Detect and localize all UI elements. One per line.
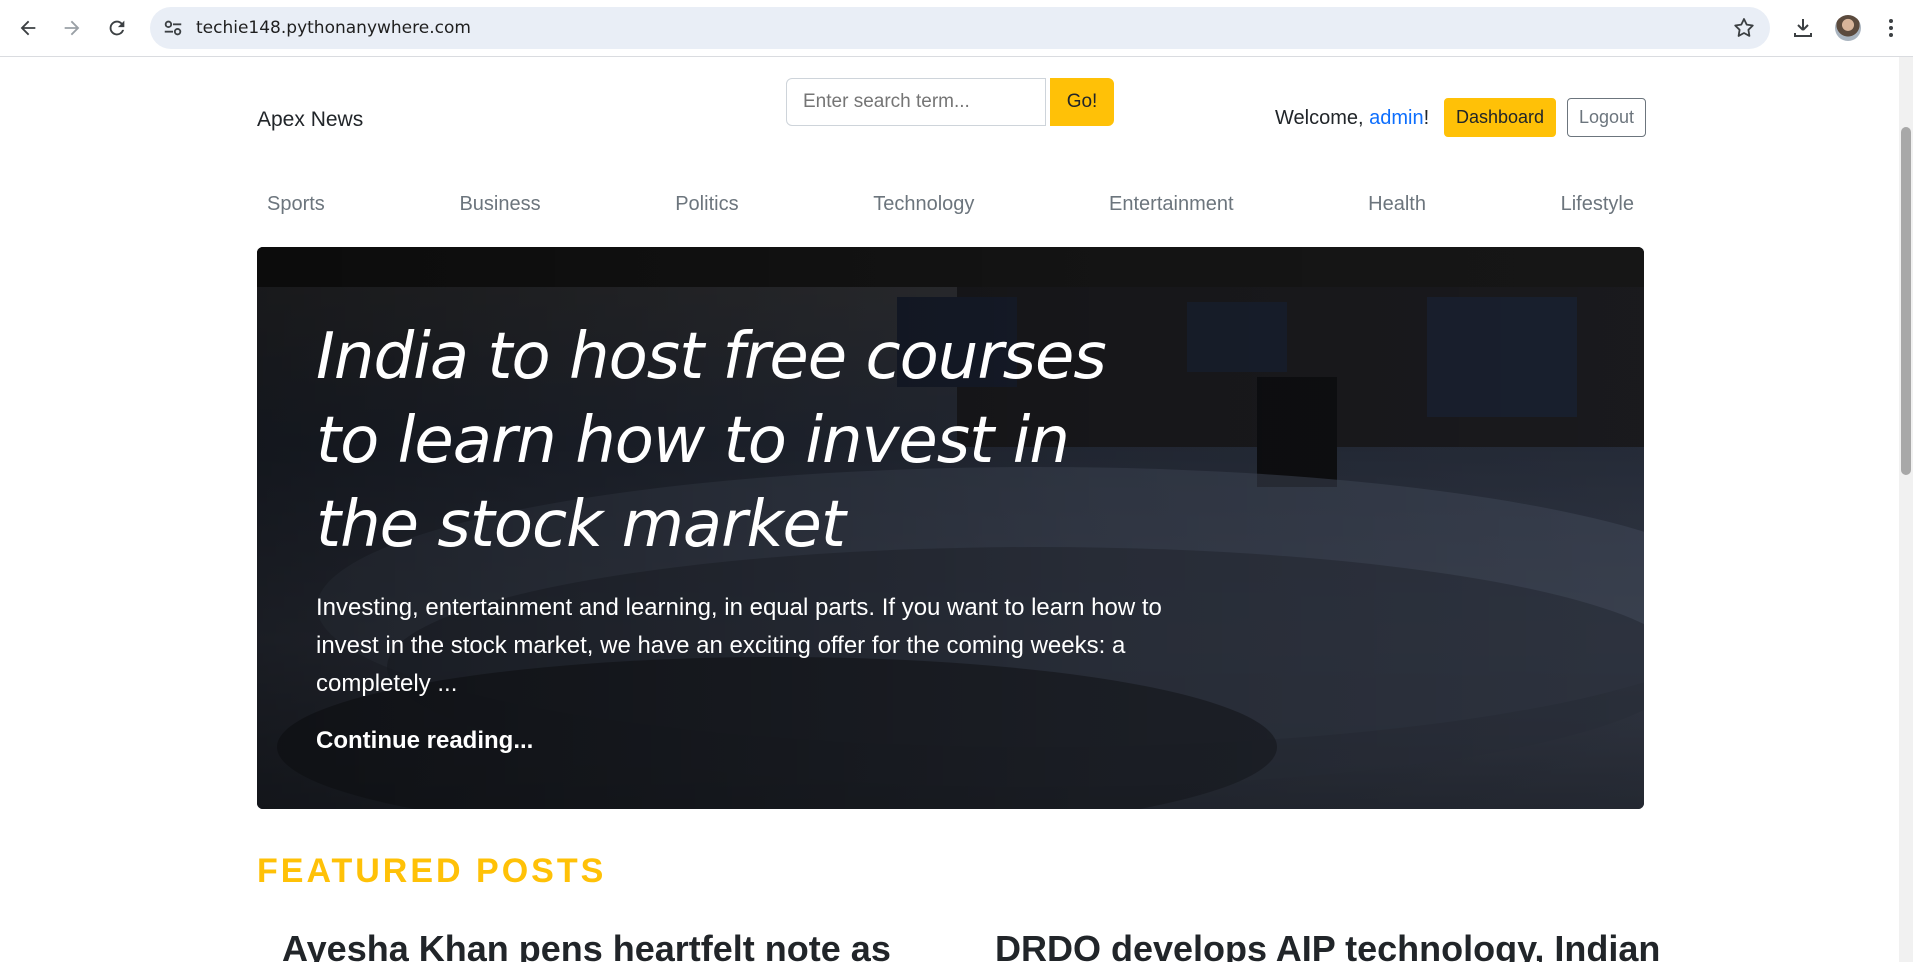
page-content: Apex News Go! Welcome, admin! Dashboard … [0, 58, 1899, 962]
downloads-button[interactable] [1789, 14, 1817, 42]
welcome-prefix: Welcome, [1275, 107, 1370, 129]
search-input[interactable] [786, 78, 1046, 126]
arrow-right-icon [64, 20, 80, 36]
category-link-business[interactable]: Business [459, 193, 540, 216]
forward-button[interactable] [56, 12, 88, 44]
reload-icon [109, 20, 125, 36]
featured-posts-heading: FEATURED POSTS [257, 852, 607, 890]
category-nav: Sports Business Politics Technology Ente… [257, 193, 1644, 216]
search-form: Go! [786, 78, 1114, 126]
scrollbar-thumb[interactable] [1901, 127, 1911, 475]
site-settings-icon[interactable] [162, 17, 184, 39]
category-link-politics[interactable]: Politics [675, 193, 738, 216]
category-link-technology[interactable]: Technology [873, 193, 974, 216]
url-text: techie148.pythonanywhere.com [196, 18, 471, 38]
category-link-health[interactable]: Health [1368, 193, 1426, 216]
address-bar[interactable]: techie148.pythonanywhere.com [150, 7, 1770, 49]
category-link-sports[interactable]: Sports [267, 193, 325, 216]
dashboard-button[interactable]: Dashboard [1444, 98, 1557, 137]
arrow-left-icon [20, 20, 36, 36]
page-scrollbar[interactable] [1899, 57, 1913, 962]
browser-toolbar: techie148.pythonanywhere.com [0, 0, 1913, 57]
download-icon [1794, 19, 1812, 37]
more-vertical-icon [1889, 19, 1893, 37]
hero-banner: India to host free courses to learn how … [257, 247, 1644, 809]
hero-lead: Investing, entertainment and learning, i… [316, 594, 1162, 697]
hero-content: India to host free courses to learn how … [316, 315, 1186, 755]
continue-reading-link[interactable]: Continue reading... [316, 727, 533, 755]
browser-menu-button[interactable] [1877, 14, 1905, 42]
back-button[interactable] [12, 12, 44, 44]
search-go-button[interactable]: Go! [1050, 78, 1114, 126]
featured-post-title-2[interactable]: DRDO develops AIP technology, Indian [995, 928, 1660, 962]
welcome-suffix: ! [1423, 107, 1430, 129]
category-link-entertainment[interactable]: Entertainment [1109, 193, 1234, 216]
featured-post-title-1[interactable]: Ayesha Khan pens heartfelt note as [282, 928, 891, 962]
profile-avatar[interactable] [1835, 15, 1861, 41]
logout-button[interactable]: Logout [1567, 98, 1647, 137]
welcome-message: Welcome, admin! [1275, 107, 1429, 130]
reload-button[interactable] [101, 12, 133, 44]
category-link-lifestyle[interactable]: Lifestyle [1561, 193, 1634, 216]
hero-title: India to host free courses to learn how … [316, 320, 1107, 562]
site-brand[interactable]: Apex News [257, 108, 363, 132]
username-link[interactable]: admin [1369, 107, 1423, 129]
bookmark-star-icon[interactable] [1732, 16, 1756, 40]
